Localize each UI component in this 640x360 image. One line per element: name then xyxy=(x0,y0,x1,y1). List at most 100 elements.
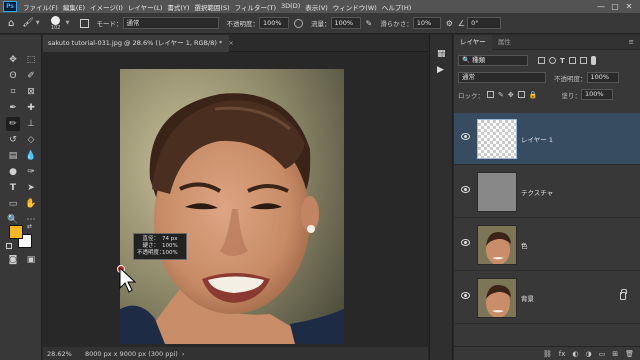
brush-tool-icon[interactable]: ✏ xyxy=(6,117,20,131)
blend-mode-select[interactable]: 通常 xyxy=(458,72,546,83)
menu-image[interactable]: イメージ(I) xyxy=(90,2,123,12)
eye-icon[interactable] xyxy=(461,292,470,299)
filter-toggle-icon[interactable] xyxy=(590,56,596,65)
eye-icon[interactable] xyxy=(461,133,470,140)
eye-icon[interactable] xyxy=(461,239,470,246)
swap-colors-icon[interactable]: ⇄ xyxy=(27,223,32,230)
rectangle-tool-icon[interactable]: ▭ xyxy=(6,197,20,211)
layer-filter-select[interactable]: 🔍 種類 xyxy=(458,55,528,66)
quick-select-tool-icon[interactable]: ✐ xyxy=(24,69,38,83)
smoothing-input[interactable]: 10% xyxy=(412,17,441,29)
minimize-button[interactable]: — xyxy=(594,0,608,13)
home-icon[interactable]: ⌂ xyxy=(8,18,14,29)
lock-move-icon[interactable]: ✥ xyxy=(508,91,514,99)
brush-settings-icon[interactable] xyxy=(79,18,89,28)
menu-view[interactable]: 表示(V) xyxy=(305,2,328,12)
angle-input[interactable]: 0° xyxy=(467,17,502,29)
menu-layer[interactable]: レイヤー(L) xyxy=(128,2,163,12)
lock-transparency-icon[interactable] xyxy=(487,91,494,98)
close-icon[interactable]: × xyxy=(228,39,233,47)
layer-opacity-input[interactable]: 100% xyxy=(586,72,619,83)
quick-mask-icon[interactable]: ◙ xyxy=(6,253,20,267)
layer-row[interactable]: 色 xyxy=(454,219,640,271)
fill-input[interactable]: 100% xyxy=(580,89,613,100)
filter-pixel-icon[interactable] xyxy=(538,57,545,64)
document-canvas-photo[interactable] xyxy=(120,69,344,344)
adjustment-icon[interactable]: ◑ xyxy=(586,350,592,358)
menu-select[interactable]: 選択範囲(S) xyxy=(194,2,229,12)
frame-tool-icon[interactable]: ⊠ xyxy=(24,85,38,99)
layer-filter-row: 🔍 種類 T xyxy=(458,54,596,67)
lock-brush-icon[interactable]: ✎ xyxy=(498,91,504,99)
eyedropper-tool-icon[interactable]: ✒ xyxy=(6,101,20,115)
pen-tool-icon[interactable]: ✑ xyxy=(24,165,38,179)
eraser-tool-icon[interactable]: ◇ xyxy=(24,133,38,147)
maximize-button[interactable]: ▢ xyxy=(608,0,622,13)
filter-type-icon[interactable]: T xyxy=(560,57,565,65)
play-icon[interactable]: ▶ xyxy=(437,65,444,75)
fx-icon[interactable]: fx xyxy=(559,350,566,358)
zoom-level[interactable]: 28.62% xyxy=(47,350,85,358)
mode-select[interactable]: 通常 xyxy=(122,17,219,29)
mask-icon[interactable]: ◐ xyxy=(572,350,578,358)
move-tool-icon[interactable]: ✥ xyxy=(6,53,20,67)
layer-row[interactable]: 背景 xyxy=(454,272,640,324)
blur-tool-icon[interactable]: 💧 xyxy=(24,149,38,163)
menu-type[interactable]: 書式(Y) xyxy=(167,2,189,12)
lock-all-icon[interactable]: 🔒 xyxy=(529,91,538,99)
trash-icon[interactable]: 🗑 xyxy=(625,350,634,358)
menu-file[interactable]: ファイル(F) xyxy=(23,2,58,12)
layer-row[interactable]: テクスチャ xyxy=(454,166,640,218)
histogram-icon[interactable]: ▦ xyxy=(437,49,446,59)
gradient-tool-icon[interactable]: ▤ xyxy=(6,149,20,163)
panel-menu-icon[interactable]: ≡ xyxy=(623,35,640,50)
lock-artboard-icon[interactable] xyxy=(517,91,525,98)
healing-brush-tool-icon[interactable]: ✚ xyxy=(24,101,38,115)
filter-smart-object-icon[interactable] xyxy=(579,57,587,64)
crop-tool-icon[interactable]: ⌗ xyxy=(6,85,20,99)
filter-shape-icon[interactable] xyxy=(568,57,576,64)
airbrush-icon[interactable]: ✎ xyxy=(366,19,373,28)
tooltip-value: 74 px xyxy=(162,236,178,242)
close-button[interactable]: ✕ xyxy=(622,0,636,13)
lock-icon[interactable] xyxy=(620,289,627,300)
filter-adjustment-icon[interactable] xyxy=(549,57,556,64)
path-select-tool-icon[interactable]: ➤ xyxy=(24,181,38,195)
flow-label: 流量： xyxy=(311,20,331,28)
foreground-color-swatch[interactable] xyxy=(9,225,23,239)
clone-stamp-tool-icon[interactable]: ⊥ xyxy=(24,117,38,131)
opacity-input[interactable]: 100% xyxy=(259,17,290,29)
tab-layers[interactable]: レイヤー xyxy=(454,34,492,50)
menu-3d[interactable]: 3D(D) xyxy=(281,2,300,12)
type-tool-icon[interactable]: T xyxy=(6,181,20,195)
layers-panel-tabs: レイヤー 属性 ≡ xyxy=(454,34,640,50)
chevron-down-icon[interactable]: ▼ xyxy=(66,20,70,26)
link-icon[interactable]: ⛓ xyxy=(543,350,552,358)
tab-properties[interactable]: 属性 xyxy=(492,35,517,50)
blend-row: 通常 不透明度： 100% xyxy=(458,71,619,84)
folder-icon[interactable]: ▭ xyxy=(599,350,606,358)
chevron-down-icon[interactable]: ▼ xyxy=(36,20,40,26)
dodge-tool-icon[interactable]: ● xyxy=(6,165,20,179)
canvas-area[interactable]: 直径： 74 px 硬さ： 100% 不透明度：100% xyxy=(43,53,428,347)
flow-input[interactable]: 100% xyxy=(330,17,361,29)
eye-icon[interactable] xyxy=(461,186,470,193)
chevron-right-icon[interactable]: › xyxy=(182,350,185,358)
default-colors-icon[interactable] xyxy=(6,243,12,249)
menu-window[interactable]: ウィンドウ(W) xyxy=(333,2,377,12)
menu-edit[interactable]: 編集(E) xyxy=(63,2,85,12)
new-layer-icon[interactable]: ⊞ xyxy=(612,350,618,358)
lasso-tool-icon[interactable]: ʘ xyxy=(6,69,20,83)
brush-preset-picker[interactable]: 102 xyxy=(48,15,64,31)
gear-icon[interactable]: ⚙ xyxy=(446,19,453,28)
layer-row[interactable]: レイヤー 1 xyxy=(454,113,640,165)
pressure-opacity-icon[interactable] xyxy=(294,18,304,28)
history-brush-tool-icon[interactable]: ↺ xyxy=(6,133,20,147)
marquee-tool-icon[interactable]: ⬚ xyxy=(24,53,38,67)
menu-help[interactable]: ヘルプ(H) xyxy=(382,2,411,12)
menu-filter[interactable]: フィルター(T) xyxy=(235,2,276,12)
screen-mode-icon[interactable]: ▣ xyxy=(24,253,38,267)
brush-tool-icon[interactable]: 🖌 xyxy=(22,18,33,28)
hand-tool-icon[interactable]: ✋ xyxy=(24,197,38,211)
document-tab[interactable]: sakuto tutorial-031.jpg @ 28.6% (レイヤー 1,… xyxy=(43,35,234,52)
